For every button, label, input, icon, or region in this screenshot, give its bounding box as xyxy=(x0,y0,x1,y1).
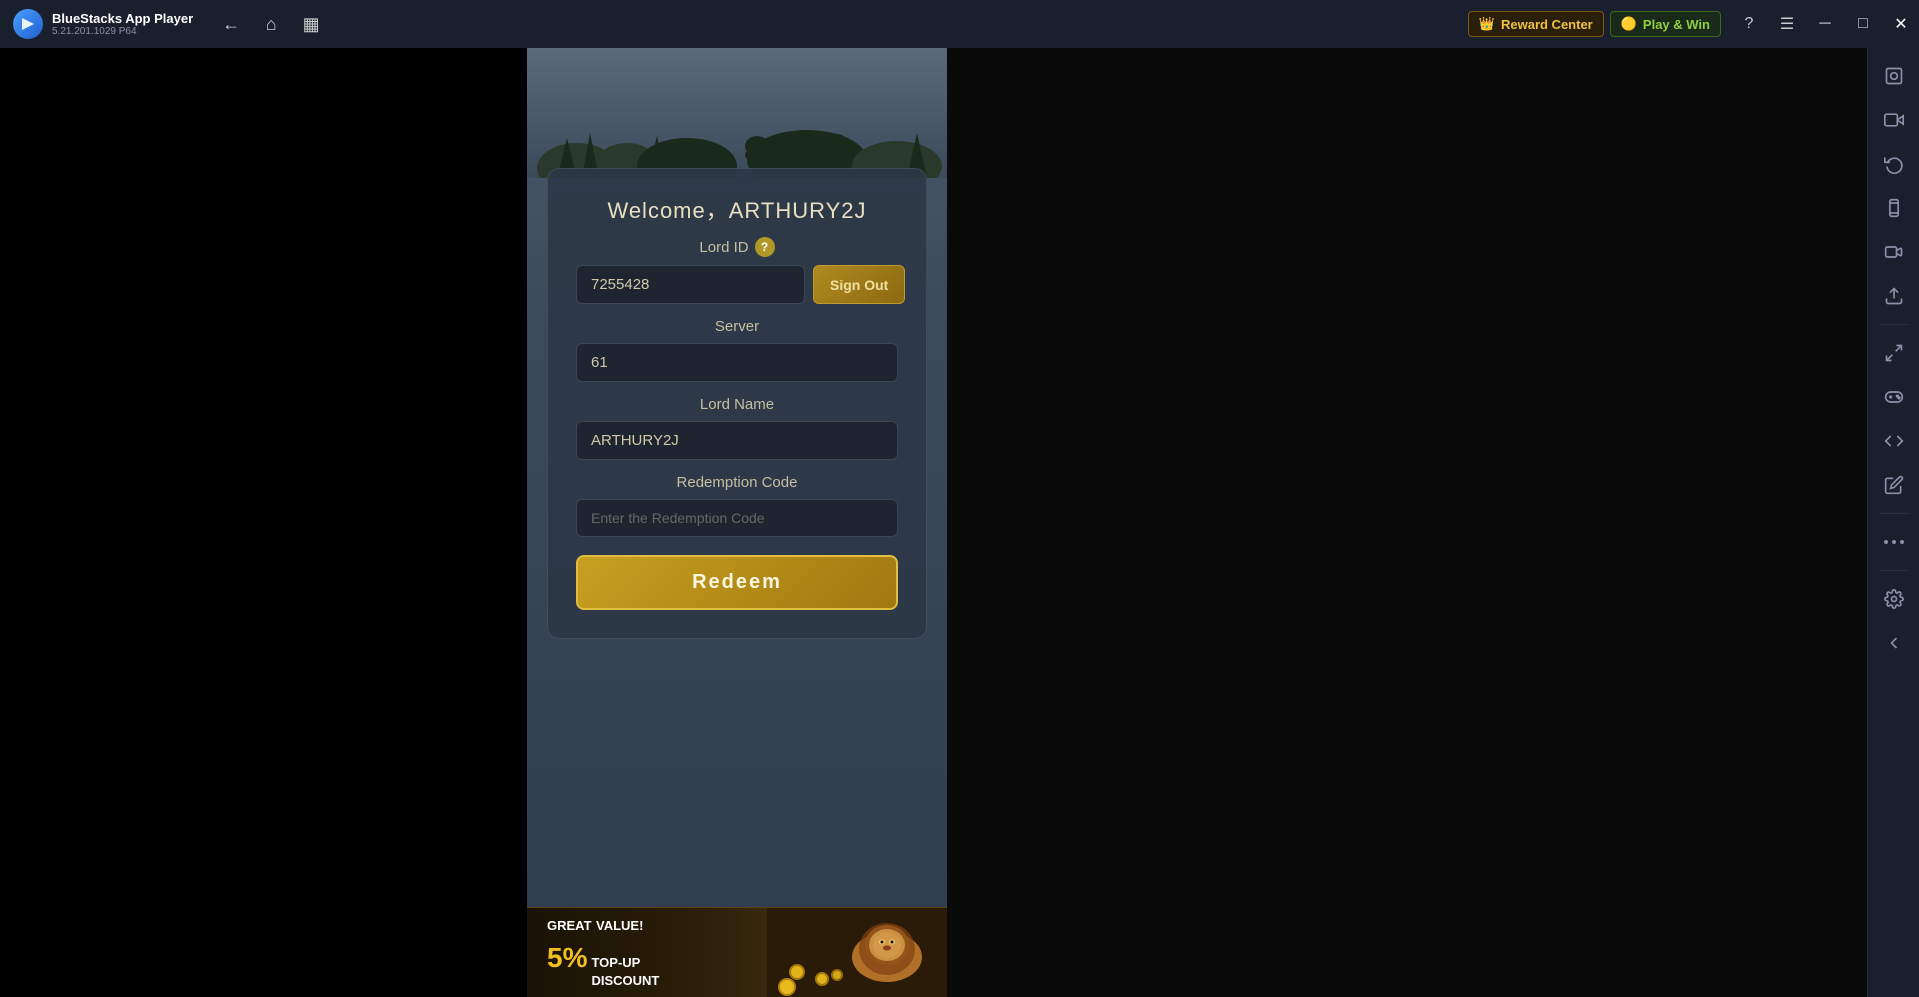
lord-id-row: Sign Out xyxy=(576,265,898,304)
reward-center-button[interactable]: 👑 Reward Center xyxy=(1468,11,1604,37)
sidebar-divider-1 xyxy=(1879,324,1909,325)
sidebar-screenshot-icon[interactable] xyxy=(1874,56,1914,96)
sidebar-settings-icon[interactable] xyxy=(1874,579,1914,619)
sidebar-resize-icon[interactable] xyxy=(1874,333,1914,373)
sidebar-recording-icon[interactable] xyxy=(1874,232,1914,272)
home-button[interactable]: ⌂ xyxy=(253,6,289,42)
sidebar-edit-icon[interactable] xyxy=(1874,465,1914,505)
help-button[interactable]: ? xyxy=(1731,6,1767,42)
server-value: 61 xyxy=(576,343,898,382)
app-version: 5.21.201.1029 P64 xyxy=(52,26,193,37)
play-win-button[interactable]: 🟡 Play & Win xyxy=(1610,11,1721,37)
app-branding: BlueStacks App Player 5.21.201.1029 P64 xyxy=(0,8,205,40)
sidebar-script-icon[interactable] xyxy=(1874,421,1914,461)
multitask-button[interactable]: ▦ xyxy=(293,6,329,42)
left-area xyxy=(0,48,527,997)
sidebar-apk-icon[interactable] xyxy=(1874,276,1914,316)
lord-id-help-icon[interactable]: ? xyxy=(755,237,775,257)
game-top-decoration xyxy=(527,48,947,178)
app-title-group: BlueStacks App Player 5.21.201.1029 P64 xyxy=(52,11,193,37)
play-win-label: Play & Win xyxy=(1643,17,1710,32)
lord-id-input[interactable] xyxy=(576,265,805,304)
app-logo-icon xyxy=(12,8,44,40)
sidebar-more-icon[interactable] xyxy=(1874,522,1914,562)
banner-discount-row: 5% TOP-UP DISCOUNT xyxy=(547,938,659,990)
coin-icon: 🟡 xyxy=(1621,16,1637,32)
banner-lion-decoration xyxy=(767,907,947,997)
reward-center-label: Reward Center xyxy=(1501,17,1593,32)
form-card: Welcome，ARTHURY2J Lord ID ? Sign Out Ser… xyxy=(547,168,927,639)
app-title: BlueStacks App Player xyxy=(52,11,193,26)
right-sidebar xyxy=(1867,48,1919,997)
hamburger-menu-button[interactable]: ☰ xyxy=(1769,6,1805,42)
title-bar: BlueStacks App Player 5.21.201.1029 P64 … xyxy=(0,0,1919,48)
banner-text: GREAT VALUE! 5% TOP-UP DISCOUNT xyxy=(527,915,679,990)
sidebar-camera-icon[interactable] xyxy=(1874,100,1914,140)
title-bar-right: 👑 Reward Center 🟡 Play & Win ? ☰ ─ □ ✕ xyxy=(1468,6,1919,42)
sidebar-divider-2 xyxy=(1879,513,1909,514)
back-button[interactable]: ← xyxy=(213,6,249,42)
lord-name-label: Lord Name xyxy=(576,396,898,413)
sidebar-gamepad-icon[interactable] xyxy=(1874,377,1914,417)
sidebar-back-icon[interactable] xyxy=(1874,623,1914,663)
minimize-button[interactable]: ─ xyxy=(1807,6,1843,42)
lord-name-value: ARTHURY2J xyxy=(576,421,898,460)
maximize-button[interactable]: □ xyxy=(1845,6,1881,42)
sidebar-shake-icon[interactable] xyxy=(1874,188,1914,228)
sign-out-button[interactable]: Sign Out xyxy=(813,265,905,304)
redeem-button[interactable]: Redeem xyxy=(576,555,898,610)
close-button[interactable]: ✕ xyxy=(1883,6,1919,42)
sidebar-rotate-icon[interactable] xyxy=(1874,144,1914,184)
sidebar-divider-3 xyxy=(1879,570,1909,571)
redemption-code-label: Redemption Code xyxy=(576,474,898,491)
main-content: Welcome，ARTHURY2J Lord ID ? Sign Out Ser… xyxy=(0,48,1919,997)
promo-banner[interactable]: GREAT VALUE! 5% TOP-UP DISCOUNT xyxy=(527,907,947,997)
silhouette-svg xyxy=(527,48,947,178)
redemption-code-input[interactable] xyxy=(576,499,898,537)
server-label: Server xyxy=(576,318,898,335)
welcome-title: Welcome，ARTHURY2J xyxy=(576,193,898,225)
right-area xyxy=(947,48,1867,997)
crown-icon: 👑 xyxy=(1479,16,1495,32)
nav-buttons: ← ⌂ ▦ xyxy=(213,6,329,42)
game-area: Welcome，ARTHURY2J Lord ID ? Sign Out Ser… xyxy=(527,48,947,997)
lord-id-label: Lord ID ? xyxy=(576,237,898,257)
banner-great-value: GREAT VALUE! xyxy=(547,915,659,937)
